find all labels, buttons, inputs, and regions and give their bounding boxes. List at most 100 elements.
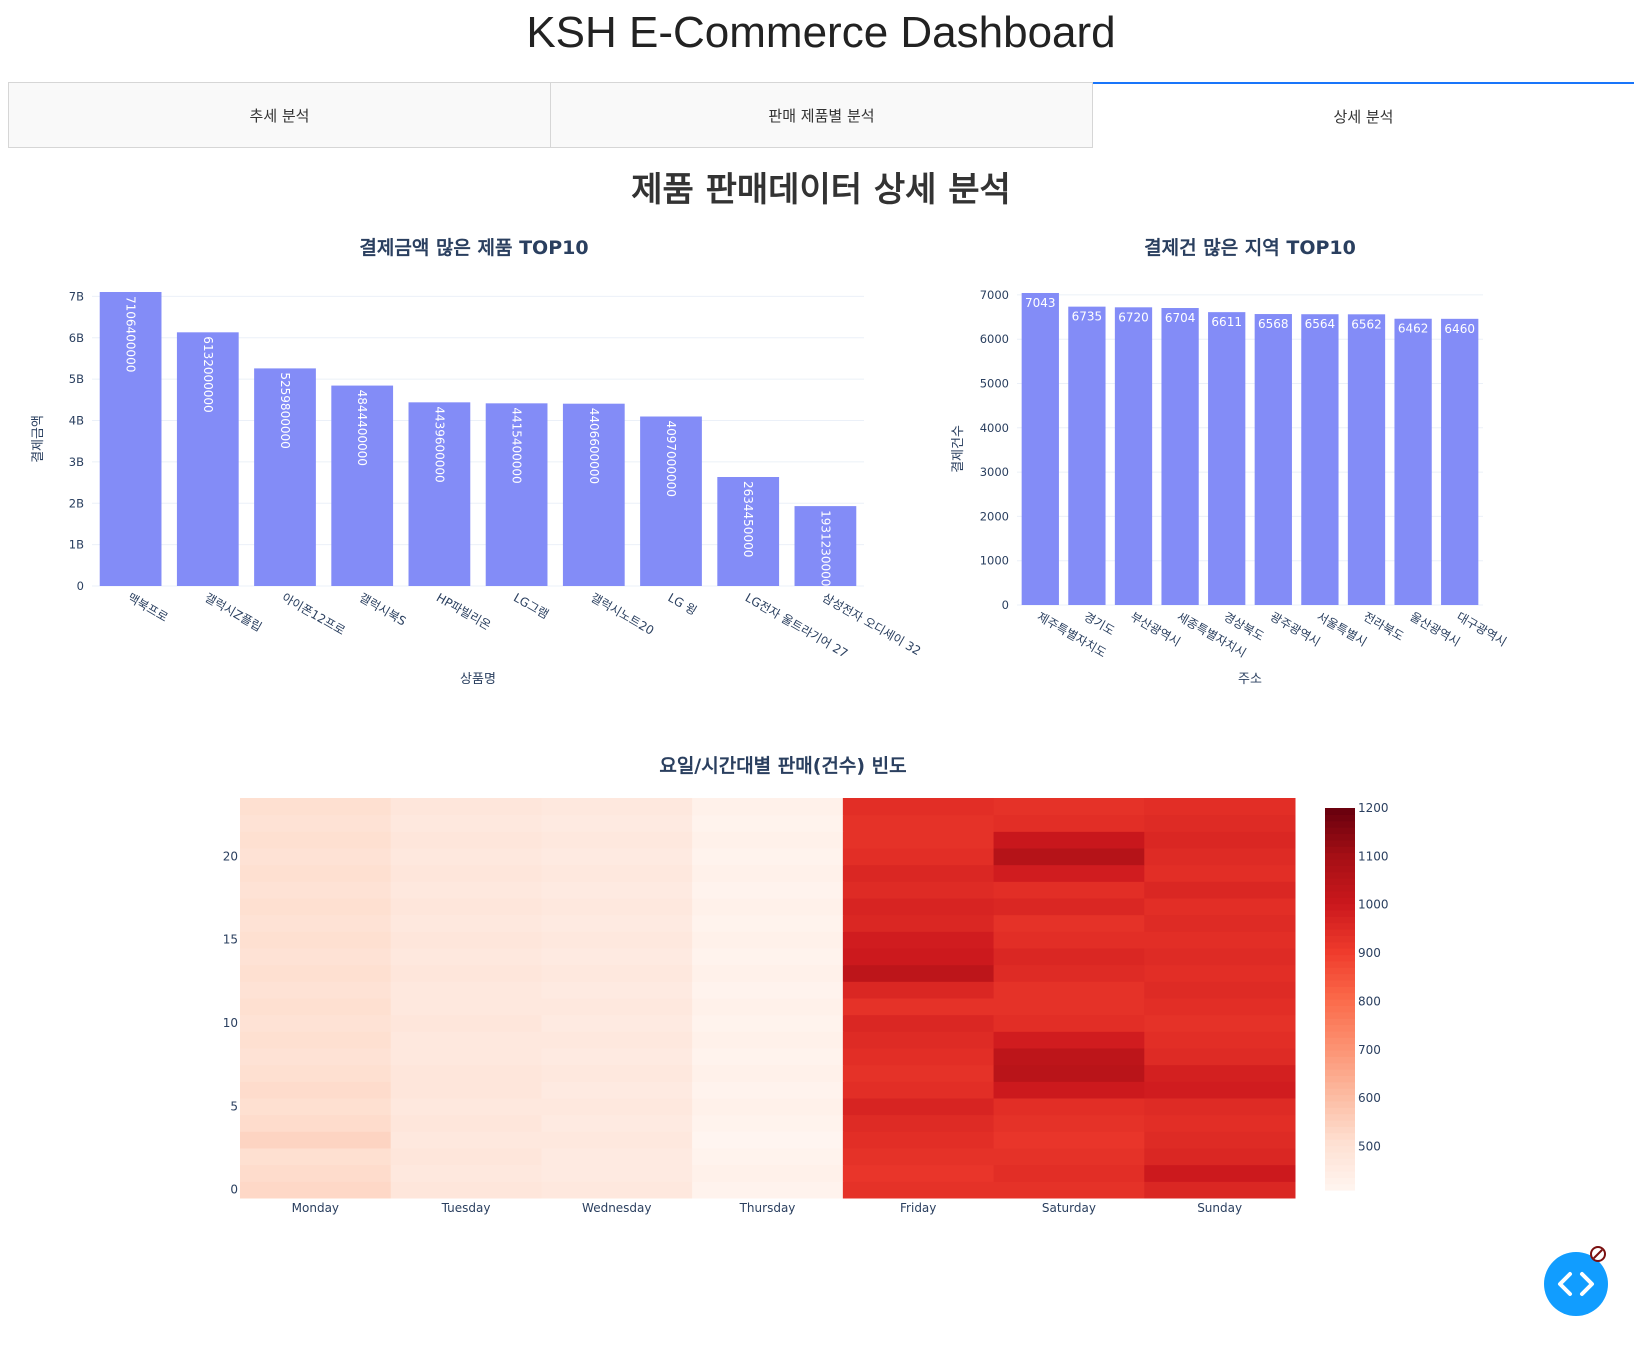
heatmap-cell	[541, 1181, 693, 1199]
colorbar-segment	[1325, 1132, 1355, 1140]
heatmap-cell	[240, 1048, 392, 1066]
region-chart-bar	[1347, 314, 1386, 605]
product-chart-data-label: 2634450000	[741, 481, 755, 557]
region-chart-x-tick-label: 경기도	[1081, 609, 1117, 638]
product-chart-data-label: 4439600000	[432, 406, 446, 482]
heatmap-cell	[240, 1164, 392, 1182]
heatmap-cell	[1144, 1131, 1296, 1149]
heatmap-y-tick-label: 5	[230, 1099, 238, 1113]
region-chart-bar	[1161, 308, 1199, 605]
colorbar-segment	[1325, 1177, 1355, 1185]
heatmap-x-tick-label: Sunday	[1197, 1201, 1242, 1215]
colorbar-segment	[1325, 1049, 1355, 1057]
heatmap-cell	[1144, 814, 1296, 832]
colorbar-segment	[1325, 1100, 1355, 1108]
colorbar-segment	[1325, 1158, 1355, 1166]
product-chart-x-tick-label: LG그램	[511, 590, 551, 621]
heatmap-cell	[240, 998, 392, 1016]
product-chart-y-axis-label: 결제금액	[31, 415, 46, 463]
tab-product-analysis[interactable]: 판매 제품별 분석	[551, 82, 1093, 148]
heatmap-cell	[240, 1148, 392, 1166]
heatmap-cell	[390, 914, 542, 932]
heatmap-cell	[240, 898, 392, 916]
heatmap-cell	[993, 1098, 1145, 1116]
heatmap-cell	[993, 1148, 1145, 1166]
tab-detail-analysis[interactable]: 상세 분석	[1093, 82, 1634, 148]
heatmap-cell	[390, 864, 542, 882]
colorbar-segment	[1325, 941, 1355, 949]
colorbar-segment	[1325, 992, 1355, 1000]
heatmap-x-tick-label: Friday	[900, 1201, 936, 1215]
heatmap-cell	[240, 964, 392, 982]
heatmap-cell	[993, 1181, 1145, 1199]
colorbar-segment	[1325, 909, 1355, 917]
heatmap-cell	[541, 1164, 693, 1182]
weekday-hour-heatmap: 요일/시간대별 판매(건수) 빈도 Monday Tuesday Wednesday T…	[223, 755, 1389, 1215]
heatmap-cell	[842, 1064, 995, 1082]
colorbar-segment	[1325, 960, 1355, 968]
heatmap-cell	[692, 964, 844, 982]
region-chart-y-tick-label: 4000	[980, 421, 1009, 435]
colorbar-segment	[1325, 1030, 1355, 1038]
region-chart-data-label: 6462	[1398, 322, 1429, 336]
heatmap-cell	[842, 1181, 995, 1199]
heatmap-cell	[692, 1181, 844, 1199]
heatmap-cell	[692, 831, 844, 849]
colorbar-segment	[1325, 986, 1355, 994]
colorbar-segment	[1325, 827, 1355, 835]
colorbar-segment	[1325, 1088, 1355, 1096]
heatmap-cell	[842, 998, 995, 1016]
colorbar-segment	[1325, 935, 1355, 943]
region-chart-bar	[1208, 312, 1246, 605]
colorbar-segment	[1325, 1113, 1355, 1121]
heatmap-cell	[692, 1164, 844, 1182]
product-chart-x-tick-label: LG 윙	[666, 590, 700, 618]
heatmap-cell	[541, 864, 693, 882]
heatmap-cell	[993, 1014, 1145, 1032]
heatmap-cell	[842, 1114, 995, 1132]
product-chart-x-tick-label: 맥북프로	[125, 590, 170, 624]
colorbar-segment	[1325, 820, 1355, 828]
colorbar-segment	[1325, 1069, 1355, 1076]
heatmap-cell	[692, 1114, 844, 1132]
product-chart-data-label: 6132000000	[201, 336, 215, 412]
colorbar-tick-label: 500	[1358, 1139, 1381, 1153]
colorbar-segment	[1325, 999, 1355, 1006]
colorbar-tick-label: 900	[1358, 946, 1381, 960]
heatmap-cell	[993, 798, 1145, 816]
colorbar-segment	[1325, 967, 1355, 975]
heatmap-cell	[1144, 1048, 1296, 1066]
heatmap-cell	[240, 881, 392, 899]
heatmap-cell	[1144, 898, 1296, 916]
product-chart-x-tick-label: 갤럭시노트20	[588, 590, 656, 637]
heatmap-cell	[541, 964, 693, 982]
region-chart-x-tick-label: 광주광역시	[1268, 609, 1323, 649]
heatmap-cell	[1144, 948, 1296, 966]
heatmap-cell	[390, 1148, 542, 1166]
heatmap-cell	[993, 931, 1145, 949]
heatmap-cell	[541, 1014, 693, 1032]
heatmap-cell	[390, 1131, 542, 1149]
heatmap-cell	[541, 1081, 693, 1099]
region-chart-title: 결제건 많은 지역 TOP10	[1144, 237, 1356, 259]
heatmap-cell	[541, 931, 693, 949]
heatmap-cell	[1144, 1148, 1296, 1166]
region-chart-bar	[1114, 307, 1153, 605]
heatmap-cell	[541, 1148, 693, 1166]
heatmap-cell	[240, 948, 392, 966]
colorbar-segment	[1325, 897, 1355, 905]
heatmap-cell	[541, 831, 693, 849]
heatmap-cell	[240, 864, 392, 882]
heatmap-cell	[240, 1181, 392, 1199]
colorbar-segment	[1325, 839, 1355, 847]
region-chart-y-tick-label: 6000	[980, 332, 1009, 346]
heatmap-cell	[842, 798, 995, 816]
heatmap-cell	[692, 881, 844, 899]
heatmap-cell	[993, 914, 1145, 932]
tab-trend-analysis[interactable]: 추세 분석	[8, 82, 551, 148]
product-chart-data-label: 4406600000	[587, 408, 601, 484]
heatmap-cell	[692, 1148, 844, 1166]
product-chart-data-label: 4415400000	[510, 407, 524, 483]
heatmap-cell	[240, 1031, 392, 1049]
colorbar-segment	[1325, 1005, 1355, 1013]
